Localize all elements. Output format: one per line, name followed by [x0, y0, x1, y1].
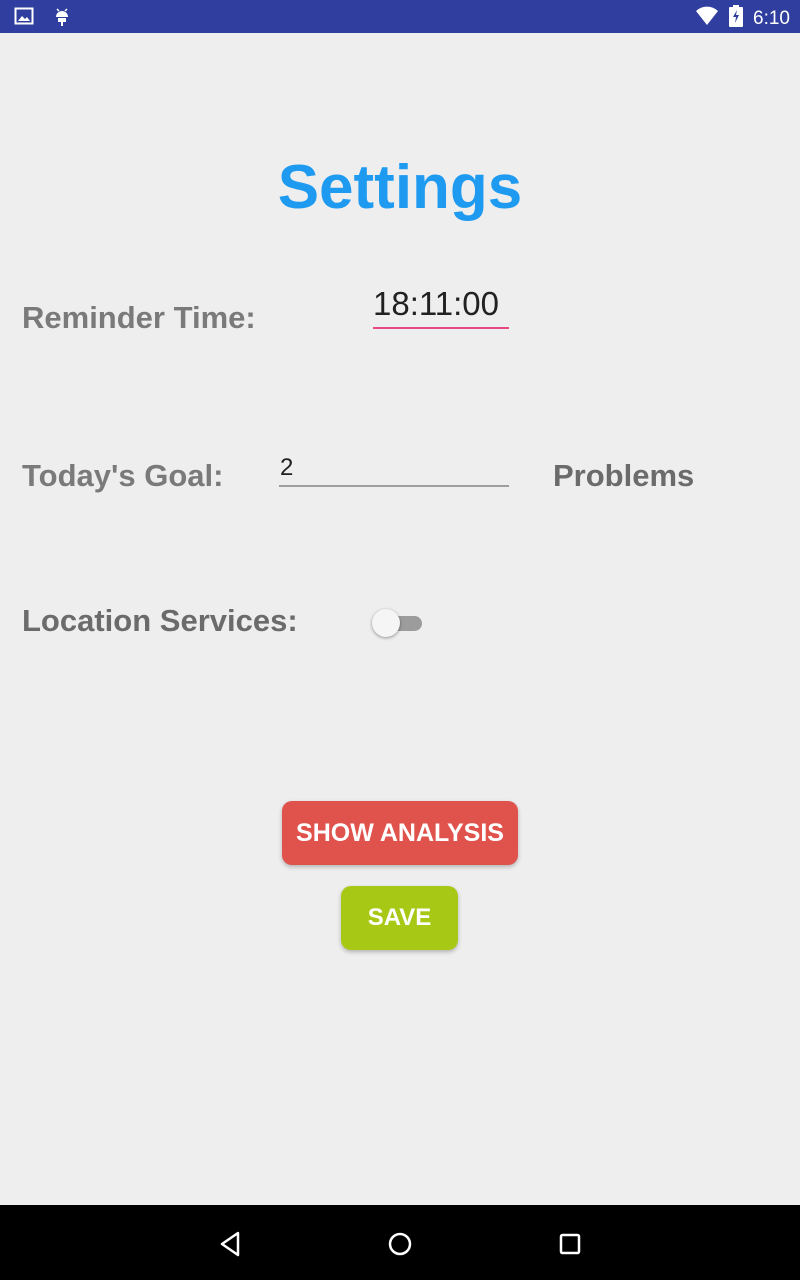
location-services-switch[interactable]: [372, 608, 424, 638]
recents-icon[interactable]: [555, 1229, 585, 1259]
reminder-time-label: Reminder Time:: [22, 300, 256, 335]
status-bar: 6:10: [0, 0, 800, 33]
navigation-bar: [0, 1205, 800, 1280]
todays-goal-label: Today's Goal:: [22, 458, 224, 493]
goal-input[interactable]: 2: [279, 453, 509, 487]
wifi-icon: [695, 6, 719, 31]
switch-thumb: [372, 609, 400, 637]
page-title: Settings: [277, 153, 523, 222]
location-services-label: Location Services:: [22, 603, 298, 638]
show-analysis-button[interactable]: SHOW ANALYSIS: [282, 801, 518, 865]
home-icon[interactable]: [385, 1229, 415, 1259]
battery-charging-icon: [729, 5, 744, 32]
goal-unit-label: Problems: [553, 458, 695, 493]
status-bar-notifications: [14, 6, 70, 31]
save-button[interactable]: SAVE: [341, 886, 458, 950]
status-bar-system: 6:10: [695, 5, 790, 32]
settings-screen: 6:10 Settings Reminder Time: 18:11:00 To…: [0, 0, 800, 1280]
back-icon[interactable]: [216, 1229, 246, 1259]
reminder-time-field[interactable]: 18:11:00: [373, 284, 509, 329]
android-icon: [54, 6, 70, 31]
image-icon: [14, 7, 34, 30]
status-time: 6:10: [753, 7, 790, 29]
